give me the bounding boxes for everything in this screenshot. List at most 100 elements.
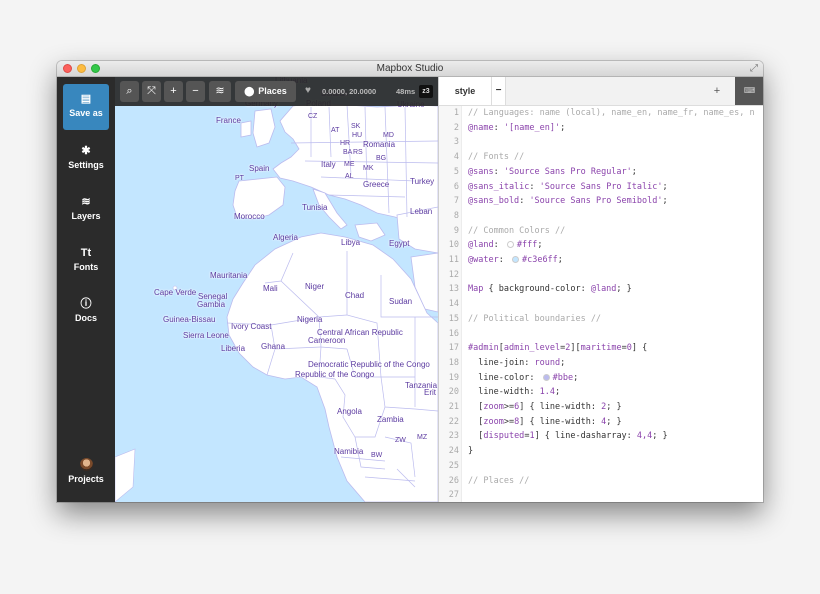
line-number: 19 — [448, 372, 459, 383]
color-swatch[interactable] — [506, 241, 514, 249]
zoom-in-button[interactable]: + — [164, 81, 183, 102]
code-text: [zoom>=6] { line-width: 2; } — [468, 402, 622, 412]
window-title: Mapbox Studio — [376, 63, 444, 74]
code-line[interactable]: 10 @land: #fff; — [439, 238, 763, 253]
code-line[interactable]: 9 // Common Colors // — [439, 224, 763, 239]
map-label: Liberia — [221, 344, 246, 353]
layers-button[interactable]: ≋ Layers — [63, 187, 109, 233]
line-number: 9 — [453, 225, 459, 236]
code-line[interactable]: 18 line-join: round; — [439, 356, 763, 371]
map-view[interactable]: LithuaniaUKBelarusGermanyPolandUkraineFr… — [115, 77, 438, 502]
code-line[interactable]: 15 // Political boundaries // — [439, 312, 763, 327]
code-line[interactable]: 16 — [439, 327, 763, 342]
code-text: @land: #fff; — [468, 240, 543, 251]
code-line[interactable]: 25 — [439, 459, 763, 474]
docs-button[interactable]: ⓘ Docs — [63, 289, 109, 335]
code-text: @water: #c3e6ff; — [468, 255, 563, 265]
code-area[interactable]: 1 // Languages: name (local), name_en, na… — [439, 106, 763, 502]
map-label: Gambia — [197, 300, 226, 309]
code-line[interactable]: 2 @name: '[name_en]'; — [439, 121, 763, 136]
remove-tab-button[interactable]: − — [492, 77, 506, 105]
projects-button[interactable]: Projects — [63, 449, 109, 495]
code-line[interactable]: 8 — [439, 209, 763, 224]
code-line[interactable]: 7 @sans_bold: 'Source Sans Pro Semibold'; — [439, 194, 763, 209]
code-line[interactable]: 26 // Places // — [439, 474, 763, 489]
map-label: Central African Republic — [317, 328, 403, 337]
code-line[interactable]: 14 — [439, 297, 763, 312]
map-label: MD — [383, 132, 394, 139]
map-label: RS — [353, 149, 363, 156]
code-line[interactable]: 4 // Fonts // — [439, 150, 763, 165]
code-text: @sans: 'Source Sans Pro Regular'; — [468, 166, 637, 177]
code-line[interactable]: 19 line-color: #bbe; — [439, 371, 763, 386]
code-line[interactable]: 3 — [439, 135, 763, 150]
zoom-level-badge: z3 — [419, 85, 433, 98]
line-number: 1 — [453, 108, 459, 118]
render-time: 48ms — [396, 87, 416, 96]
code-line[interactable]: 13 Map { background-color: @land; } — [439, 282, 763, 297]
code-line[interactable]: 6 @sans_italic: 'Source Sans Pro Italic'; — [439, 180, 763, 195]
heart-icon[interactable]: ♥ — [305, 85, 311, 96]
code-text: // Languages: name (local), name_en, nam… — [468, 108, 755, 118]
map-label: Italy — [321, 160, 336, 169]
map-label: Cameroon — [308, 336, 346, 345]
map-label: Guinea-Bissau — [163, 315, 216, 324]
map-label: Zambia — [377, 415, 404, 424]
map-label: Ivory Coast — [231, 322, 272, 331]
fonts-button[interactable]: Tt Fonts — [63, 238, 109, 284]
line-number: 16 — [448, 328, 459, 339]
code-line[interactable]: 12 — [439, 268, 763, 283]
map-label: Sierra Leone — [183, 331, 229, 340]
fonts-icon: Tt — [80, 247, 92, 259]
line-number: 25 — [448, 460, 459, 471]
toggle-editor-button[interactable]: ⌨ — [735, 77, 763, 105]
code-line[interactable]: 20 line-width: 1.4; — [439, 385, 763, 400]
layer-inspect-button[interactable]: ≋ — [209, 81, 231, 102]
map-label: Chad — [345, 291, 365, 300]
code-line[interactable]: 23 [disputed=1] { line-dasharray: 4,4; } — [439, 429, 763, 444]
code-line[interactable]: 27 — [439, 488, 763, 502]
places-label: Places — [258, 86, 287, 96]
code-text: @sans_italic: 'Source Sans Pro Italic'; — [468, 181, 668, 192]
add-tab-button[interactable]: + — [710, 77, 724, 105]
settings-button[interactable]: ✱ Settings — [63, 136, 109, 182]
code-text: // Political boundaries // — [468, 313, 602, 324]
app-window: Mapbox Studio ⤢ ▤ Save as ✱ Settings ≋ L… — [57, 61, 763, 502]
color-swatch[interactable] — [542, 373, 550, 381]
map-label: BW — [371, 452, 383, 459]
code-line[interactable]: 11 @water: #c3e6ff; — [439, 253, 763, 268]
line-number: 10 — [448, 240, 459, 251]
code-line[interactable]: 21 [zoom>=6] { line-width: 2; } — [439, 400, 763, 415]
info-icon: ⓘ — [80, 298, 92, 310]
editor-tabs: style − + ⌨ — [439, 77, 763, 106]
code-line[interactable]: 22 [zoom>=8] { line-width: 4; } — [439, 415, 763, 430]
fullscreen-icon[interactable]: ⤢ — [750, 63, 758, 74]
code-text: @sans_bold: 'Source Sans Pro Semibold'; — [468, 196, 668, 207]
zoom-out-button[interactable]: − — [186, 81, 205, 102]
search-button[interactable]: ⌕ — [120, 81, 139, 102]
code-line[interactable]: 1 // Languages: name (local), name_en, na… — [439, 106, 763, 121]
map-label: AT — [331, 127, 340, 134]
places-button[interactable]: ⬤ Places — [235, 81, 296, 102]
map-label: HR — [340, 140, 351, 147]
code-line[interactable]: 17 #admin[admin_level=2][maritime=0] { — [439, 341, 763, 356]
tab-style[interactable]: style — [439, 77, 492, 105]
line-number: 14 — [448, 299, 459, 310]
map-label: Mali — [263, 284, 278, 293]
title-bar: Mapbox Studio ⤢ — [57, 61, 763, 77]
code-line[interactable]: 24} — [439, 444, 763, 459]
map-label: HU — [352, 132, 363, 139]
map-label: Greece — [363, 180, 390, 189]
fonts-label: Fonts — [73, 262, 99, 272]
code-line[interactable]: 5 @sans: 'Source Sans Pro Regular'; — [439, 165, 763, 180]
keyboard-icon: ⌨ — [743, 86, 756, 95]
line-number: 6 — [453, 181, 459, 192]
map-label: Libya — [341, 238, 361, 247]
fit-bounds-button[interactable]: ⤧ — [142, 81, 161, 102]
save-as-button[interactable]: ▤ Save as — [63, 84, 109, 130]
line-number: 21 — [448, 402, 459, 412]
color-swatch[interactable] — [511, 256, 519, 263]
map-label: Tunisia — [302, 203, 328, 212]
line-number: 8 — [453, 210, 459, 221]
pin-icon: ⬤ — [244, 86, 255, 96]
